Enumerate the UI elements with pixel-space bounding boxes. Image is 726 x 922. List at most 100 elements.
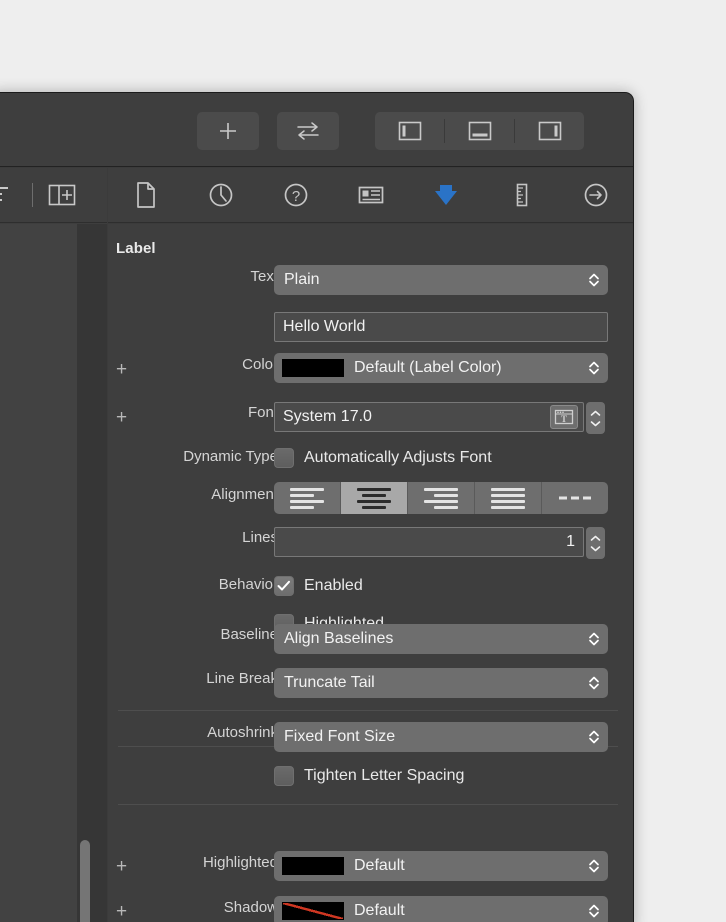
color-row-label: Color <box>242 356 278 373</box>
list-view-icon <box>0 187 8 201</box>
align-right-icon <box>424 487 458 509</box>
line-break-popup[interactable]: Truncate Tail <box>274 668 608 698</box>
tighten-letter-spacing-row[interactable]: Tighten Letter Spacing <box>274 766 464 786</box>
shadow-color-row-label: Shadow <box>223 899 278 916</box>
right-panel-icon <box>538 121 561 141</box>
lines-stepper[interactable] <box>586 527 605 559</box>
highlighted-color-row-label-wrap: Highlighted <box>108 854 278 871</box>
chevron-down-icon <box>590 545 601 551</box>
line-break-value: Truncate Tail <box>284 674 375 691</box>
add-panel-button[interactable] <box>47 182 77 208</box>
autoshrink-popup[interactable]: Fixed Font Size <box>274 722 608 752</box>
section-divider <box>118 804 618 805</box>
enabled-label: Enabled <box>304 577 363 594</box>
lines-value: 1 <box>566 533 575 550</box>
panel-toggle-group <box>375 112 584 150</box>
chevron-updown-icon <box>588 903 600 920</box>
left-panel-gutter <box>77 224 107 922</box>
font-field[interactable]: System 17.0 <box>274 402 584 432</box>
font-picker-button[interactable]: T <box>550 405 578 429</box>
toggle-debug-area-button[interactable] <box>445 119 515 143</box>
chevron-up-icon <box>590 410 601 416</box>
enabled-checkbox[interactable] <box>274 576 294 596</box>
chevron-up-icon <box>590 535 601 541</box>
attributes-inspector-panel: Label Text Plain Hello World + Color Def… <box>108 224 633 922</box>
screen: ? Label Text Plain Hello World + Color D… <box>0 0 726 922</box>
alignment-segmented-control <box>274 482 608 514</box>
font-value: System 17.0 <box>283 408 372 425</box>
lines-row-label-wrap: Lines <box>108 529 278 546</box>
lines-row-label: Lines <box>242 529 278 546</box>
tighten-letter-spacing-checkbox[interactable] <box>274 766 294 786</box>
text-style-popup[interactable]: Plain <box>274 265 608 295</box>
toggle-inspector-button[interactable] <box>515 119 584 143</box>
alignment-justified-segment[interactable] <box>475 482 542 514</box>
document-icon <box>136 182 155 208</box>
tighten-letter-spacing-label: Tighten Letter Spacing <box>304 767 465 784</box>
plus-icon <box>220 123 236 139</box>
enabled-checkbox-row[interactable]: Enabled <box>274 576 363 596</box>
left-panel-content <box>0 224 107 922</box>
alignment-center-segment[interactable] <box>341 482 408 514</box>
chevron-down-icon <box>590 420 601 426</box>
auto-adjust-font-checkbox-row[interactable]: Automatically Adjusts Font <box>274 448 492 468</box>
highlighted-color-row-label: Highlighted <box>202 854 278 871</box>
svg-text:?: ? <box>292 188 300 205</box>
auto-adjust-font-checkbox[interactable] <box>274 448 294 468</box>
color-value: Default (Label Color) <box>354 359 502 376</box>
add-panel-icon <box>48 184 76 206</box>
baseline-popup[interactable]: Align Baselines <box>274 624 608 654</box>
tab-attributes-inspector[interactable] <box>409 168 484 222</box>
font-row-label-wrap: Font <box>108 404 278 421</box>
inspector-tabbar: ? <box>108 168 633 223</box>
left-panel-filterbar <box>0 168 107 223</box>
autoshrink-row-label: Autoshrink <box>207 724 278 741</box>
svg-text:T: T <box>561 414 567 424</box>
baseline-value: Align Baselines <box>284 630 394 647</box>
alignment-natural-segment[interactable] <box>542 482 608 514</box>
highlighted-color-value: Default <box>354 857 405 874</box>
tab-identity-inspector[interactable] <box>333 168 408 222</box>
autoshrink-value: Fixed Font Size <box>284 728 396 745</box>
color-popup[interactable]: Default (Label Color) <box>274 353 608 383</box>
tab-history-inspector[interactable] <box>183 168 258 222</box>
text-style-value: Plain <box>284 271 320 288</box>
tab-connections-inspector[interactable] <box>559 168 633 222</box>
shield-arrow-icon <box>435 185 458 205</box>
swap-arrows-icon <box>297 122 319 140</box>
chevron-updown-icon <box>588 631 600 648</box>
tab-file-inspector[interactable] <box>108 168 183 222</box>
toggle-navigator-button[interactable] <box>375 119 445 143</box>
xcode-window: ? Label Text Plain Hello World + Color D… <box>0 92 634 922</box>
label-text-field[interactable]: Hello World <box>274 312 608 342</box>
tab-size-inspector[interactable] <box>484 168 559 222</box>
highlighted-color-popup[interactable]: Default <box>274 851 608 881</box>
color-swatch <box>282 359 344 377</box>
align-center-icon <box>357 487 391 509</box>
shadow-color-popup[interactable]: Default <box>274 896 608 922</box>
autoshrink-row-label-wrap: Autoshrink <box>108 724 278 741</box>
alignment-left-segment[interactable] <box>274 482 341 514</box>
arrow-circle-icon <box>585 183 608 207</box>
bottom-panel-icon <box>468 121 491 141</box>
align-justified-icon <box>491 487 525 509</box>
baseline-row-label: Baseline <box>220 626 278 643</box>
left-panel-icon <box>398 121 421 141</box>
id-card-icon <box>358 186 384 204</box>
left-panel-scrollbar[interactable] <box>80 840 90 922</box>
clock-icon <box>209 183 233 207</box>
text-row-label-wrap: Text <box>108 268 278 285</box>
swap-assistant-button[interactable] <box>277 112 339 150</box>
baseline-row-label-wrap: Baseline <box>108 626 278 643</box>
add-item-button[interactable] <box>197 112 259 150</box>
chevron-updown-icon <box>588 272 600 289</box>
list-view-button[interactable] <box>0 182 18 208</box>
align-natural-icon <box>559 496 591 500</box>
font-size-stepper[interactable] <box>586 402 605 434</box>
chevron-updown-icon <box>588 858 600 875</box>
alignment-right-segment[interactable] <box>408 482 475 514</box>
shadow-color-row-label-wrap: Shadow <box>108 899 278 916</box>
tab-quick-help-inspector[interactable]: ? <box>258 168 333 222</box>
lines-field[interactable]: 1 <box>274 527 584 557</box>
chevron-updown-icon <box>588 360 600 377</box>
